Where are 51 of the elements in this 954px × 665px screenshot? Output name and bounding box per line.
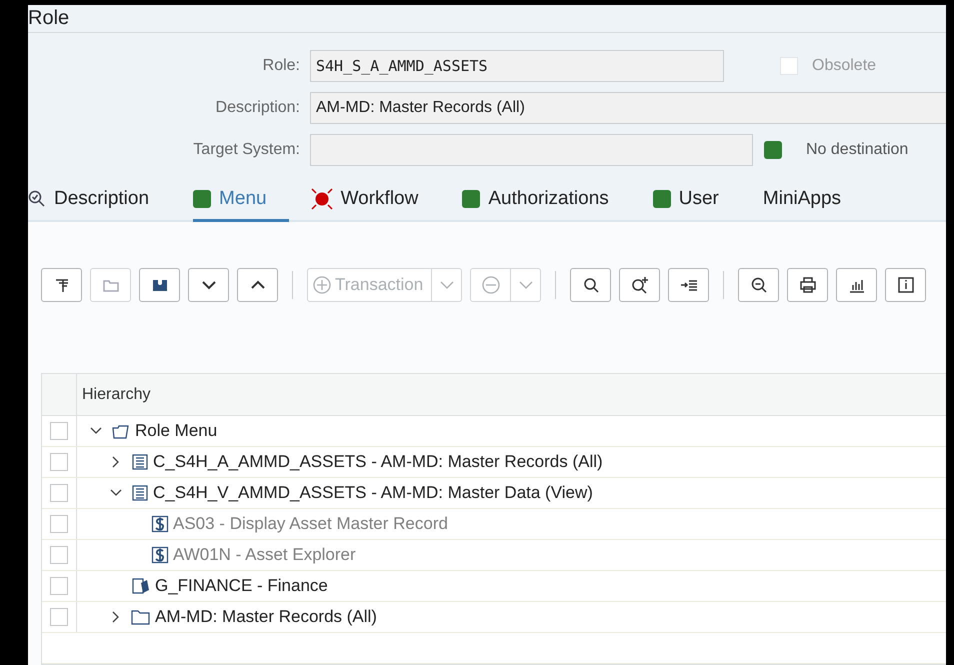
- toolbar-button[interactable]: [237, 268, 278, 302]
- tab[interactable]: Authorizations: [462, 180, 631, 222]
- field-label: Description:: [216, 99, 300, 118]
- page-title: Role: [28, 7, 70, 30]
- tab[interactable]: Workflow: [310, 180, 440, 222]
- tree-node-label[interactable]: Role Menu: [135, 421, 218, 441]
- role-field[interactable]: S4H_S_A_AMMD_ASSETS: [310, 50, 724, 82]
- toolbar-button[interactable]: [787, 268, 828, 302]
- tree-node-label[interactable]: AM-MD: Master Records (All): [155, 607, 377, 627]
- list-icon: [131, 484, 149, 502]
- checkbox-label: Obsolete: [812, 57, 876, 76]
- search-plus-icon: [630, 276, 649, 294]
- row-checkbox[interactable]: [50, 453, 68, 471]
- toolbar-button[interactable]: [836, 268, 878, 302]
- row-checkbox[interactable]: [50, 577, 68, 595]
- field-label: Role:: [262, 57, 300, 76]
- info-icon: [896, 276, 915, 294]
- field-label: Target System:: [193, 141, 300, 160]
- dollar-icon: [151, 546, 169, 564]
- toolbar-button[interactable]: [139, 268, 180, 302]
- toolbar-button[interactable]: [738, 268, 780, 302]
- document-icon: [131, 577, 151, 595]
- list-icon: [131, 453, 149, 471]
- zoom-out-icon: [750, 276, 768, 294]
- minus-circle-icon: [480, 275, 501, 295]
- status-text: No destination: [806, 141, 908, 160]
- row-checkbox[interactable]: [50, 422, 68, 440]
- dollar-icon: [151, 515, 169, 533]
- toolbar-button[interactable]: [570, 268, 612, 302]
- description-field[interactable]: AM-MD: Master Records (All): [310, 92, 946, 124]
- tab[interactable]: User: [652, 180, 741, 222]
- tab[interactable]: MiniApps: [762, 180, 864, 222]
- obsolete-checkbox[interactable]: [780, 57, 798, 76]
- search-icon: [582, 276, 600, 294]
- row-checkbox[interactable]: [50, 484, 68, 502]
- tab[interactable]: Description: [28, 180, 172, 222]
- target-system-field[interactable]: [310, 134, 753, 166]
- toolbar-button[interactable]: [885, 268, 926, 302]
- toolbar-button[interactable]: [188, 268, 229, 302]
- toolbar-button[interactable]: [619, 268, 660, 302]
- tree-node-label[interactable]: C_S4H_A_AMMD_ASSETS - AM-MD: Master Records (All): [153, 452, 603, 472]
- printer-icon: [798, 276, 817, 294]
- row-checkbox[interactable]: [50, 608, 68, 626]
- plus-circle-icon: [312, 275, 332, 295]
- toolbar-button[interactable]: [668, 268, 710, 302]
- column-header: Hierarchy: [81, 384, 150, 404]
- search-icon: [28, 190, 46, 208]
- folder-icon: [131, 608, 151, 626]
- toolbar-button[interactable]: [41, 268, 82, 302]
- tree-node-label[interactable]: G_FINANCE - Finance: [155, 576, 328, 596]
- tree-node-label[interactable]: C_S4H_V_AMMD_ASSETS - AM-MD: Master Data (View): [153, 483, 593, 503]
